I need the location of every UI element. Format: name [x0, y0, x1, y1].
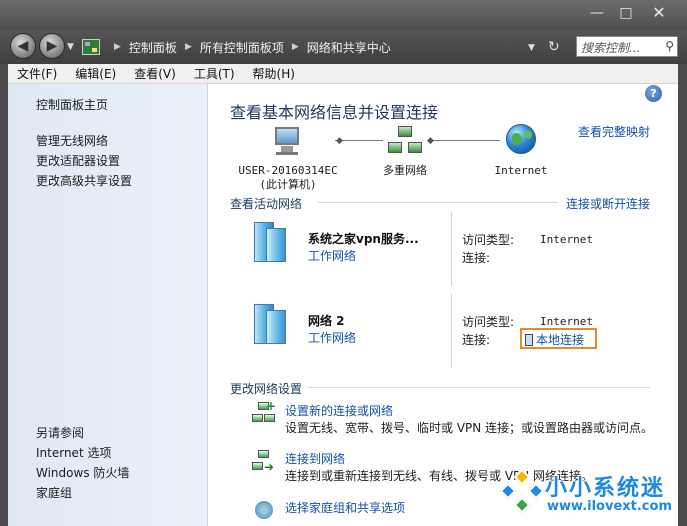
map-node-internet: Internet [476, 124, 566, 178]
sidebar-item-firewall[interactable]: Windows 防火墙 [36, 464, 129, 481]
watermark-url: www.ilovext.com [547, 499, 672, 514]
menu-tools[interactable]: 工具(T) [185, 65, 244, 82]
multiple-networks-label: 多重网络 [383, 164, 427, 177]
sidebar-item-advanced-sharing[interactable]: 更改高级共享设置 [36, 172, 132, 189]
sidebar-item-homegroup[interactable]: 家庭组 [36, 484, 72, 501]
active-network-1: 系统之家vpn服务... 工作网络 访问类型: Internet 连接: [248, 212, 650, 286]
content-area: 控制面板主页 管理无线网络 更改适配器设置 更改高级共享设置 另请参阅 Inte… [8, 84, 678, 526]
connector-arrow-icon: ◆ [336, 136, 343, 146]
internet-label: Internet [494, 164, 548, 177]
watermark-title: 小小系统迷 [545, 476, 666, 501]
minimize-button[interactable]: — [584, 2, 610, 24]
chevron-right-icon[interactable]: ▶ [292, 42, 299, 52]
map-node-multiple-networks: 多重网络 [360, 124, 450, 178]
active-networks-heading: 查看活动网络 [230, 197, 303, 211]
connect-network-link[interactable]: 连接到网络 [285, 450, 345, 467]
sidebar: 控制面板主页 管理无线网络 更改适配器设置 更改高级共享设置 另请参阅 Inte… [8, 84, 208, 526]
server-icon[interactable] [250, 220, 290, 264]
globe-icon [504, 124, 538, 158]
active-network-2: 网络 2 工作网络 访问类型: Internet 连接: 本地连接 [248, 294, 650, 368]
connect-disconnect-link[interactable]: 连接或断开连接 [566, 195, 650, 212]
block-divider [451, 294, 452, 368]
computer-icon [271, 124, 305, 158]
breadcrumb-network-center[interactable]: 网络和共享中心 [307, 39, 391, 56]
block-divider [451, 212, 452, 286]
local-connection-label: 本地连接 [536, 333, 585, 347]
window-frame: — □ ✕ ◀ ▶ ▼ ▶ 控制面板 ▶ 所有控制面板项 ▶ 网络和共享中心 ▼… [0, 0, 687, 526]
network-name: 网络 2 [308, 314, 345, 328]
menu-edit[interactable]: 编辑(E) [66, 65, 125, 82]
see-also-heading: 另请参阅 [36, 426, 85, 440]
section-divider [308, 387, 650, 388]
search-input[interactable]: 搜索控制... ⚲ [576, 36, 678, 57]
close-button[interactable]: ✕ [642, 2, 676, 24]
network-icon [388, 124, 422, 158]
menu-view[interactable]: 查看(V) [125, 65, 185, 82]
connect-network-icon: ➜ [252, 450, 276, 474]
connection-label: 连接: [462, 333, 491, 347]
breadcrumb-control-panel[interactable]: 控制面板 [129, 39, 177, 56]
new-connection-icon: + [252, 399, 276, 426]
access-type-value: Internet [540, 233, 593, 246]
help-icon[interactable]: ? [645, 85, 662, 102]
section-divider [318, 202, 558, 203]
homegroup-link[interactable]: 选择家庭组和共享选项 [285, 499, 405, 516]
new-connection-link[interactable]: 设置新的连接或网络 [285, 402, 393, 419]
back-button[interactable]: ◀ [10, 33, 36, 59]
access-type-label: 访问类型: [462, 233, 515, 247]
new-connection-desc: 设置无线、宽带、拨号、临时或 VPN 连接；或设置路由器或访问点。 [285, 421, 654, 435]
network-type-link[interactable]: 工作网络 [308, 247, 356, 264]
title-bar: — □ ✕ [0, 0, 687, 30]
sidebar-control-panel-home[interactable]: 控制面板主页 [36, 96, 108, 113]
connection-label: 连接: [462, 251, 491, 265]
server-icon[interactable] [250, 302, 290, 346]
network-type-link[interactable]: 工作网络 [308, 329, 356, 346]
homegroup-icon [252, 499, 276, 523]
chevron-right-icon[interactable]: ▶ [114, 42, 121, 52]
sidebar-item-internet-options[interactable]: Internet 选项 [36, 444, 111, 461]
control-panel-icon [82, 39, 100, 55]
menu-file[interactable]: 文件(F) [8, 65, 66, 82]
search-placeholder: 搜索控制... [581, 41, 641, 55]
view-full-map-link[interactable]: 查看完整映射 [578, 123, 650, 140]
forward-button[interactable]: ▶ [39, 33, 65, 59]
computer-note: (此计算机) [259, 178, 317, 191]
refresh-button[interactable]: ↻ [548, 39, 560, 55]
recent-pages-dropdown-icon[interactable]: ▼ [67, 42, 74, 52]
sidebar-item-adapter-settings[interactable]: 更改适配器设置 [36, 152, 120, 169]
page-title: 查看基本网络信息并设置连接 [230, 103, 439, 122]
breadcrumb[interactable]: ▶ 控制面板 ▶ 所有控制面板项 ▶ 网络和共享中心 [80, 36, 542, 58]
map-node-computer: USER-20160314EC (此计算机) [228, 124, 348, 192]
breadcrumb-all-items[interactable]: 所有控制面板项 [200, 39, 284, 56]
maximize-button[interactable]: □ [613, 2, 639, 24]
site-watermark: 小小系统迷 www.ilovext.com [497, 466, 687, 526]
search-icon[interactable]: ⚲ [665, 39, 674, 53]
chevron-right-icon[interactable]: ▶ [185, 42, 192, 52]
watermark-logo-icon [499, 468, 545, 514]
menu-bar: 文件(F) 编辑(E) 查看(V) 工具(T) 帮助(H) [8, 64, 678, 84]
menu-help[interactable]: 帮助(H) [244, 65, 304, 82]
address-bar: ◀ ▶ ▼ ▶ 控制面板 ▶ 所有控制面板项 ▶ 网络和共享中心 ▼ ↻ 搜索控… [0, 30, 687, 64]
main-panel: ? 查看基本网络信息并设置连接 USER-20160314EC (此计算机) ◆… [208, 84, 678, 526]
network-name: 系统之家vpn服务... [308, 232, 419, 246]
change-settings-heading: 更改网络设置 [230, 382, 303, 396]
address-dropdown-icon[interactable]: ▼ [528, 43, 535, 53]
access-type-value: Internet [540, 315, 593, 328]
network-adapter-icon [525, 334, 533, 346]
connector-arrow-icon: ◆ [427, 136, 434, 146]
computer-name: USER-20160314EC [238, 164, 338, 177]
sidebar-item-manage-wireless[interactable]: 管理无线网络 [36, 132, 108, 149]
access-type-label: 访问类型: [462, 315, 515, 329]
local-connection-link[interactable]: 本地连接 [520, 328, 597, 349]
